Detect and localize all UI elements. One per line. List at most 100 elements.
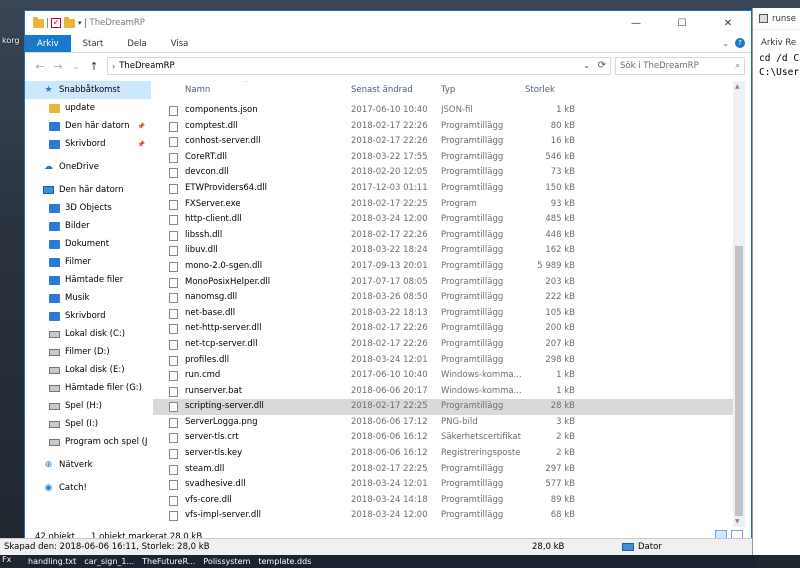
sidebar-item[interactable]: Spel (H:) <box>25 397 151 415</box>
titlebar[interactable]: ✓ ▾ TheDreamRP — ☐ ✕ <box>25 11 751 35</box>
table-row[interactable]: comptest.dll 2018-02-17 22:26 Programtillä… <box>153 119 733 135</box>
sidebar-item[interactable]: Skrivbord <box>25 307 151 325</box>
column-header-date[interactable]: Senast ändrad <box>351 85 413 95</box>
breadcrumb-current[interactable]: TheDreamRP <box>119 61 174 71</box>
back-button[interactable]: ← <box>31 60 49 73</box>
tab-file[interactable]: Arkiv <box>25 35 71 52</box>
table-row[interactable]: vfs-core.dll 2018-03-24 14:18 Programtillä… <box>153 493 733 509</box>
desktop-item[interactable]: car_sign_1... <box>84 557 134 566</box>
table-row[interactable]: ServerLogga.png 2018-06-06 17:12 PNG-bild 3… <box>153 415 733 431</box>
table-row[interactable]: run.cmd 2017-06-10 10:40 Windows-komma... 1… <box>153 368 733 384</box>
sidebar-item-label: 3D Objects <box>65 203 112 213</box>
refresh-icon[interactable]: ⟳ <box>598 60 606 71</box>
table-row[interactable]: net-tcp-server.dll 2018-02-17 22:26 Progra… <box>153 337 733 353</box>
table-row[interactable]: libssh.dll 2018-02-17 22:26 Programtillägg… <box>153 228 733 244</box>
minimize-button[interactable]: — <box>613 11 659 35</box>
table-row[interactable]: components.json 2017-06-10 10:40 JSON-fil 1… <box>153 103 733 119</box>
table-row[interactable]: devcon.dll 2018-02-20 12:05 Programtillägg… <box>153 165 733 181</box>
console-window[interactable]: runse Arkiv Re cd /d C C:\User <box>752 8 800 555</box>
table-row[interactable]: libuv.dll 2018-03-22 18:24 Programtillägg 1… <box>153 243 733 259</box>
sidebar-item[interactable]: Filmer <box>25 253 151 271</box>
sidebar-item[interactable]: ⊕ Nätverk <box>25 456 151 474</box>
sidebar-item[interactable]: ☁ OneDrive <box>25 158 151 176</box>
vertical-scrollbar[interactable]: ▲ ▼ <box>733 81 745 527</box>
console-menu[interactable]: Arkiv Re <box>753 38 800 52</box>
sidebar-item[interactable]: 3D Objects <box>25 199 151 217</box>
table-row[interactable]: server-tls.crt 2018-06-06 16:12 Säkerhetsc… <box>153 430 733 446</box>
file-name: vfs-core.dll <box>185 494 232 505</box>
sidebar-item[interactable]: Den här datorn 📌 <box>25 117 151 135</box>
table-row[interactable]: CoreRT.dll 2018-03-22 17:55 Programtillägg… <box>153 150 733 166</box>
column-header-size[interactable]: Storlek <box>525 85 555 95</box>
table-row[interactable]: FXServer.exe 2018-02-17 22:25 Program 93 kB <box>153 197 733 213</box>
customize-dropdown-icon[interactable]: ▾ <box>78 19 82 27</box>
sidebar-item[interactable]: Spel (I:) <box>25 415 151 433</box>
sidebar-item[interactable]: ★ Snabbåtkomst <box>25 81 151 99</box>
tab-share[interactable]: Dela <box>115 35 158 52</box>
table-row[interactable]: ETWProviders64.dll 2017-12-03 01:11 Progra… <box>153 181 733 197</box>
table-row[interactable]: mono-2.0-sgen.dll 2017-09-13 20:01 Program… <box>153 259 733 275</box>
column-header-type[interactable]: Typ <box>441 85 455 95</box>
sidebar-item[interactable]: Bilder <box>25 217 151 235</box>
sidebar-item[interactable]: Skrivbord 📌 <box>25 135 151 153</box>
file-size: 577 kB <box>545 479 575 490</box>
explorer-window[interactable]: ✓ ▾ TheDreamRP — ☐ ✕ Arkiv Start Dela Vi… <box>24 10 752 555</box>
sidebar-item[interactable]: Hämtade filer (G:) <box>25 379 151 397</box>
address-dropdown-icon[interactable]: ⌄ <box>583 61 590 70</box>
sidebar-item[interactable]: Den här datorn <box>25 181 151 199</box>
file-type: Programtillägg <box>441 338 504 349</box>
help-icon[interactable]: ? <box>735 38 745 48</box>
scroll-up-icon[interactable]: ▲ <box>735 83 740 90</box>
tab-view[interactable]: Visa <box>159 35 201 52</box>
expand-ribbon-icon[interactable]: ⌄ <box>722 39 729 48</box>
file-type: Programtillägg <box>441 214 504 225</box>
table-row[interactable]: http-client.dll 2018-03-24 12:00 Programti… <box>153 212 733 228</box>
table-row[interactable]: profiles.dll 2018-03-24 12:01 Programtillä… <box>153 353 733 369</box>
table-row[interactable]: server-tls.key 2018-06-06 16:12 Registreri… <box>153 446 733 462</box>
drive-icon <box>49 365 60 376</box>
desktop-item[interactable]: template.dds <box>258 557 311 566</box>
sidebar-item-label: Dokument <box>65 239 110 249</box>
folder-icon <box>49 221 60 232</box>
table-row[interactable]: vfs-impl-server.dll 2018-03-24 12:00 Progr… <box>153 508 733 524</box>
desktop-item[interactable]: TheFutureR... <box>142 557 195 566</box>
table-row[interactable]: net-base.dll 2018-03-22 18:13 Programtillä… <box>153 306 733 322</box>
properties-icon[interactable]: ✓ <box>51 18 61 28</box>
table-row[interactable]: conhost-server.dll 2018-02-17 22:26 Progra… <box>153 134 733 150</box>
close-button[interactable]: ✕ <box>705 11 751 35</box>
breadcrumb-separator[interactable]: › <box>112 62 115 71</box>
scroll-down-icon[interactable]: ▼ <box>735 518 740 525</box>
desktop-item[interactable]: Polissystem <box>203 557 250 566</box>
new-folder-icon[interactable] <box>64 16 75 28</box>
tab-start[interactable]: Start <box>71 35 116 52</box>
sidebar-item[interactable]: Program och spel (J <box>25 433 151 451</box>
sidebar-item[interactable]: update <box>25 99 151 117</box>
desktop-item[interactable]: handling.txt <box>28 557 76 566</box>
address-bar[interactable]: › TheDreamRP ⌄ ⟳ <box>107 57 611 75</box>
sidebar-item[interactable]: Filmer (D:) <box>25 343 151 361</box>
sidebar-item[interactable]: Lokal disk (E:) <box>25 361 151 379</box>
recent-locations-button[interactable]: ⌄ <box>67 62 85 71</box>
up-button[interactable]: ↑ <box>85 60 103 73</box>
desktop-label-fx[interactable]: Fx <box>2 555 11 564</box>
table-row[interactable]: nanomsg.dll 2018-03-26 08:50 Programtilläg… <box>153 290 733 306</box>
sidebar-item[interactable]: Hämtade filer <box>25 271 151 289</box>
table-row[interactable]: scripting-server.dll 2018-02-17 22:25 Prog… <box>153 399 733 415</box>
table-row[interactable]: MonoPosixHelper.dll 2017-07-17 08:05 Progr… <box>153 275 733 291</box>
search-input[interactable]: Sök i TheDreamRP ⌕ <box>615 57 745 75</box>
table-row[interactable]: steam.dll 2018-02-17 22:25 Programtillägg 2… <box>153 462 733 478</box>
sidebar-item[interactable]: Lokal disk (C:) <box>25 325 151 343</box>
console-titlebar[interactable]: runse <box>753 8 800 30</box>
table-row[interactable]: svadhesive.dll 2018-03-24 12:01 Programtil… <box>153 477 733 493</box>
table-row[interactable]: net-http-server.dll 2018-02-17 22:26 Progr… <box>153 321 733 337</box>
sidebar-item[interactable]: Dokument <box>25 235 151 253</box>
forward-button[interactable]: → <box>49 60 67 73</box>
sidebar-item[interactable]: Musik <box>25 289 151 307</box>
desktop-label-korg[interactable]: korg <box>2 36 19 45</box>
maximize-button[interactable]: ☐ <box>659 11 705 35</box>
scrollbar-thumb[interactable] <box>735 246 743 516</box>
table-row[interactable]: runserver.bat 2018-06-06 20:17 Windows-kom… <box>153 384 733 400</box>
column-header-name[interactable]: Namn <box>185 85 210 95</box>
sidebar-item[interactable]: ◉ Catch! <box>25 479 151 497</box>
file-size: 200 kB <box>545 323 575 334</box>
